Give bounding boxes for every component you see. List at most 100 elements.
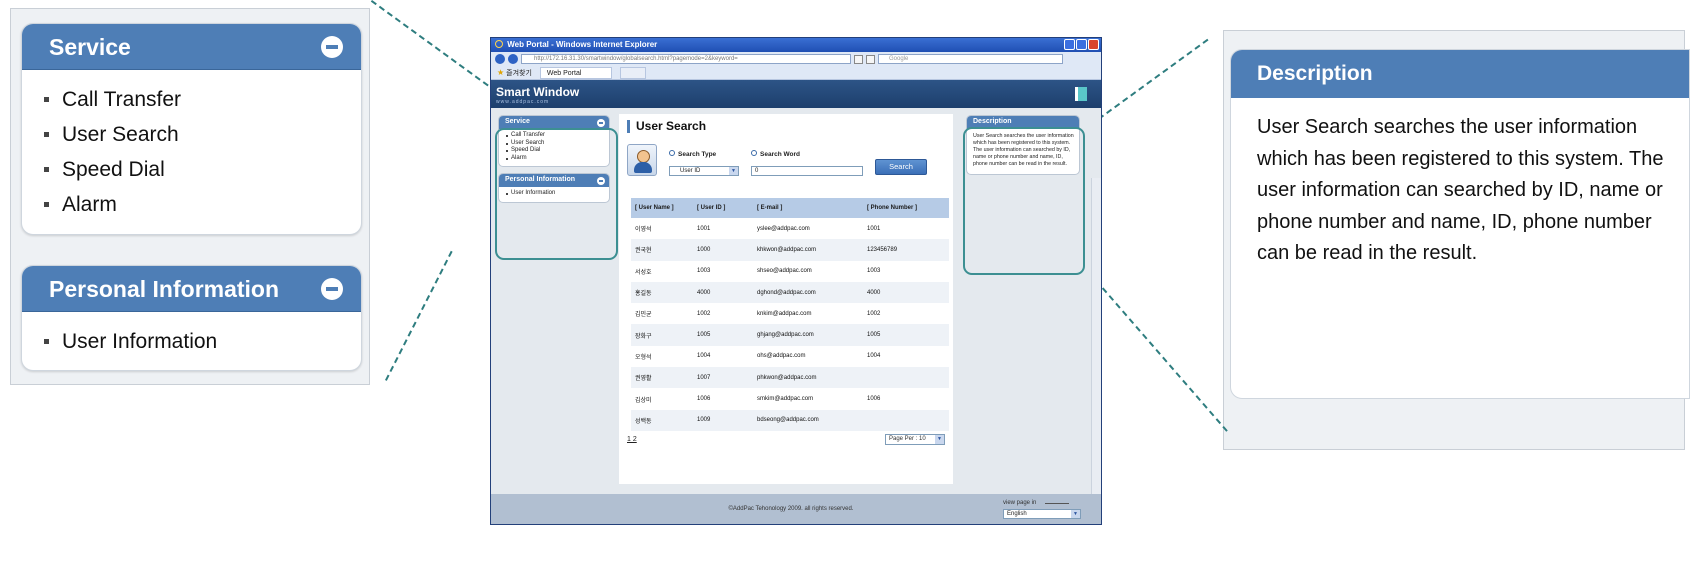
table-row[interactable]: 권국현 1000 khkwon@addpac.com 123456789 <box>631 239 949 261</box>
page-per-value: Page Per : 10 <box>889 436 926 442</box>
column-header[interactable]: [ E-mail ] <box>753 198 863 218</box>
cell-email: ohs@addpac.com <box>757 353 806 360</box>
cell-phone: 1005 <box>863 324 949 346</box>
close-icon[interactable] <box>1088 39 1099 50</box>
cell-email: ghjang@addpac.com <box>753 324 863 346</box>
window-controls <box>1064 39 1099 50</box>
collapse-icon[interactable] <box>321 36 343 58</box>
collapse-icon[interactable] <box>321 278 343 300</box>
zoom-menu-callout: Service Call Transfer User Search Speed … <box>10 8 370 385</box>
search-word-input[interactable]: 0 <box>751 166 863 176</box>
logout-icon[interactable] <box>1075 87 1087 101</box>
table-row[interactable]: 장화구 1005 ghjang@addpac.com 1005 <box>631 324 949 346</box>
app-title: Smart Window <box>496 85 580 99</box>
column-header[interactable]: [ User ID ] <box>693 198 753 218</box>
cell-phone: 4000 <box>863 281 949 304</box>
cell-phone: 123456789 <box>863 239 949 261</box>
page-per-select[interactable]: Page Per : 10 ▼ <box>885 434 945 445</box>
search-word-label-text: Search Word <box>760 151 800 158</box>
favorites-label: 즐겨찾기 <box>506 69 532 77</box>
search-type-value: User ID <box>680 168 701 174</box>
table-row[interactable]: 김민균 1002 knkim@addpac.com 1002 <box>631 303 949 324</box>
search-type-label-text: Search Type <box>678 151 717 158</box>
cell-user-name: 권국현 <box>631 239 693 261</box>
cell-email: shseo@addpac.com <box>757 268 812 275</box>
connector-line <box>385 250 453 381</box>
table-row[interactable]: 김상미 1006 smkim@addpac.com 1006 <box>631 388 949 409</box>
magnifier-icon <box>669 150 675 156</box>
chevron-down-icon[interactable]: ▼ <box>1071 510 1080 518</box>
collapse-icon[interactable] <box>597 119 605 127</box>
menu-item-user-information[interactable]: User Information <box>44 324 361 359</box>
table-row[interactable]: 오형석 1004 ohs@addpac.com 1004 <box>631 346 949 367</box>
cell-user-name: 서성호 <box>635 269 652 276</box>
cell-user-name: 성백동 <box>631 409 693 431</box>
table-row[interactable]: 성백동 1009 bdseong@addpac.com <box>631 409 949 431</box>
table-row[interactable]: 홍길동 4000 dghond@addpac.com 4000 <box>631 281 949 304</box>
minimize-icon[interactable] <box>1064 39 1075 50</box>
cell-user-name: 홍길동 <box>631 281 693 304</box>
cell-user-id: 1002 <box>697 310 711 317</box>
zoom-service-header[interactable]: Service <box>22 24 361 70</box>
menu-item-speed-dial[interactable]: Speed Dial <box>44 152 361 187</box>
url-field[interactable]: http://172.16.31.30/smartwindow/globalse… <box>521 54 851 64</box>
cell-user-name: 오형석 <box>635 354 652 361</box>
ie-logo-icon <box>495 40 503 48</box>
chevron-down-icon[interactable]: ▼ <box>729 167 738 175</box>
zoom-personal-header[interactable]: Personal Information <box>22 266 361 312</box>
cell-user-id: 1000 <box>693 239 753 261</box>
browser-tab[interactable]: Web Portal <box>539 66 613 79</box>
menu-item-alarm[interactable]: Alarm <box>44 187 361 222</box>
cell-user-id: 1004 <box>697 353 711 360</box>
browser-window: Web Portal - Windows Internet Explorer h… <box>490 37 1102 525</box>
favorites-bar: ★ 즐겨찾기 Web Portal <box>491 66 1101 80</box>
column-header[interactable]: [ User Name ] <box>631 198 693 218</box>
column-header[interactable]: [ Phone Number ] <box>863 198 949 218</box>
table-row[interactable]: 이영석 1001 yslee@addpac.com 1001 <box>631 218 949 239</box>
copyright-text: ©AddPac Tehonology 2009. all rights rese… <box>728 506 854 512</box>
new-tab-button[interactable] <box>620 66 647 79</box>
cell-phone: 1001 <box>867 225 881 232</box>
search-type-label: Search Type <box>669 150 716 158</box>
highlight-ring-description <box>963 127 1085 275</box>
menu-item-user-search[interactable]: User Search <box>44 117 361 152</box>
cell-phone: 1002 <box>867 310 881 317</box>
refresh-icon[interactable] <box>854 54 863 64</box>
table-row[interactable]: 서성호 1003 shseo@addpac.com 1003 <box>631 261 949 282</box>
pagination[interactable]: 1 2 <box>627 436 637 443</box>
menu-item-call-transfer[interactable]: Call Transfer <box>44 82 361 117</box>
cell-email: yslee@addpac.com <box>757 225 810 232</box>
vertical-scrollbar[interactable] <box>1091 178 1101 494</box>
cell-phone <box>863 409 949 431</box>
browser-title-bar: Web Portal - Windows Internet Explorer <box>491 38 1101 52</box>
zoom-personal-box: Personal Information User Information <box>21 265 362 371</box>
web-search-input[interactable]: Google <box>878 54 1063 64</box>
main-content: User Search Search Type Search Word User… <box>619 114 953 484</box>
cell-user-id: 1001 <box>697 225 711 232</box>
cell-user-id: 1005 <box>693 324 753 346</box>
search-word-label: Search Word <box>751 150 800 158</box>
connector-line <box>1088 272 1228 432</box>
view-page-in-label: view page in <box>1003 500 1070 506</box>
cell-phone <box>863 367 949 389</box>
star-icon: ★ <box>497 67 505 77</box>
zoom-service-title: Service <box>49 34 131 60</box>
maximize-icon[interactable] <box>1076 39 1087 50</box>
app-subtitle: www.addpac.com <box>496 99 550 105</box>
table-body: 이영석 1001 yslee@addpac.com 1001 권국현 1000 khkwon… <box>631 218 949 431</box>
forward-icon[interactable] <box>508 54 518 64</box>
favorites-button[interactable]: ★ 즐겨찾기 <box>497 68 532 78</box>
table-header-row: [ User Name ] [ User ID ] [ E-mail ] [ P… <box>631 198 949 218</box>
cell-email: khkwon@addpac.com <box>753 239 863 261</box>
stop-icon[interactable] <box>866 54 875 64</box>
chevron-down-icon[interactable]: ▼ <box>935 435 944 444</box>
cell-user-id: 1007 <box>693 367 753 389</box>
table-row[interactable]: 권영활 1007 phkwon@addpac.com <box>631 367 949 389</box>
zoom-description-text: User Search searches the user informatio… <box>1257 116 1664 264</box>
search-button[interactable]: Search <box>875 159 927 175</box>
address-bar: http://172.16.31.30/smartwindow/globalse… <box>491 52 1101 66</box>
back-icon[interactable] <box>495 54 505 64</box>
language-select[interactable]: English ▼ <box>1003 509 1081 519</box>
search-type-select[interactable]: User ID ▼ <box>669 166 739 176</box>
zoom-personal-title: Personal Information <box>49 276 280 302</box>
